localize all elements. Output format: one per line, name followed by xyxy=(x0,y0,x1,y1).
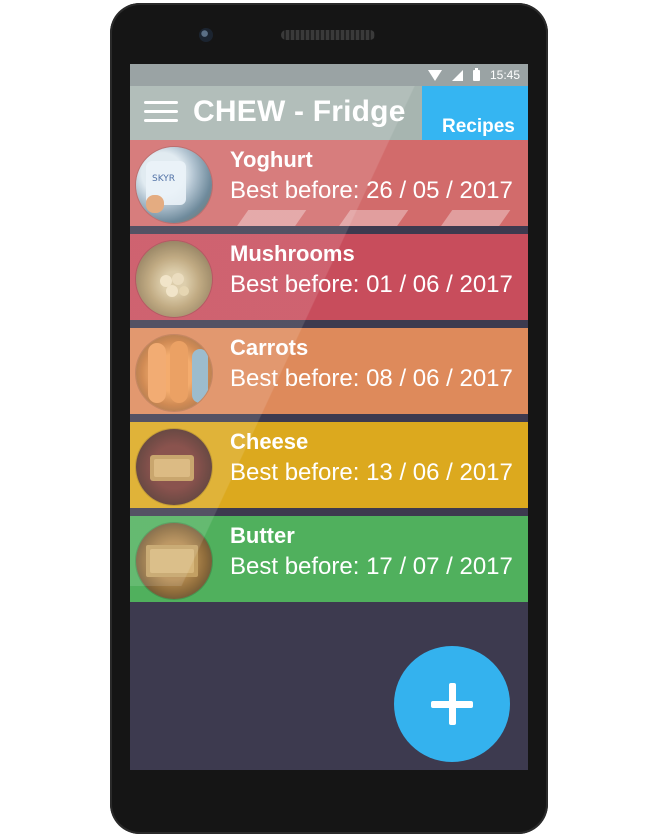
recipes-button-label: Recipes xyxy=(442,116,515,137)
item-name: Butter xyxy=(230,523,295,548)
food-item[interactable]: Butter Best before: 17 / 07 / 2017 xyxy=(130,516,528,602)
food-item[interactable]: Mushrooms Best before: 01 / 06 / 2017 xyxy=(130,234,528,320)
best-before-date: Best before: 08 / 06 / 2017 xyxy=(230,365,513,392)
item-name: Mushrooms xyxy=(230,241,355,266)
best-before-date: Best before: 01 / 06 / 2017 xyxy=(230,271,513,298)
wifi-icon xyxy=(427,69,442,81)
item-name: Cheese xyxy=(230,429,309,454)
page-title: CHEW - Fridge xyxy=(193,95,406,128)
food-photo xyxy=(136,335,212,411)
camera xyxy=(199,28,213,42)
item-name: Carrots xyxy=(230,335,309,360)
svg-text:SKYR: SKYR xyxy=(152,174,175,184)
app-screen: 15:45 CHEW - Fridge Recipes SKYR Yoghurt… xyxy=(130,64,528,770)
food-photo: SKYR xyxy=(136,147,212,223)
best-before-date: Best before: 13 / 06 / 2017 xyxy=(230,459,513,486)
food-photo xyxy=(136,241,212,317)
signal-icon xyxy=(451,69,463,81)
food-item[interactable]: Cheese Best before: 13 / 06 / 2017 xyxy=(130,422,528,508)
status-time: 15:45 xyxy=(489,68,520,82)
item-name: Yoghurt xyxy=(230,147,313,172)
food-item[interactable]: SKYR Yoghurt Best before: 26 / 05 / 2017 xyxy=(130,140,528,228)
hamburger-menu-icon[interactable] xyxy=(144,99,178,125)
food-photo xyxy=(136,523,212,599)
speaker-grille xyxy=(281,30,375,40)
best-before-date: Best before: 17 / 07 / 2017 xyxy=(230,553,513,580)
status-bar: 15:45 xyxy=(130,64,528,86)
food-item[interactable]: Carrots Best before: 08 / 06 / 2017 xyxy=(130,328,528,414)
battery-icon xyxy=(472,67,480,81)
add-item-button[interactable] xyxy=(394,646,510,762)
best-before-date: Best before: 26 / 05 / 2017 xyxy=(230,177,513,204)
food-photo xyxy=(136,429,212,505)
